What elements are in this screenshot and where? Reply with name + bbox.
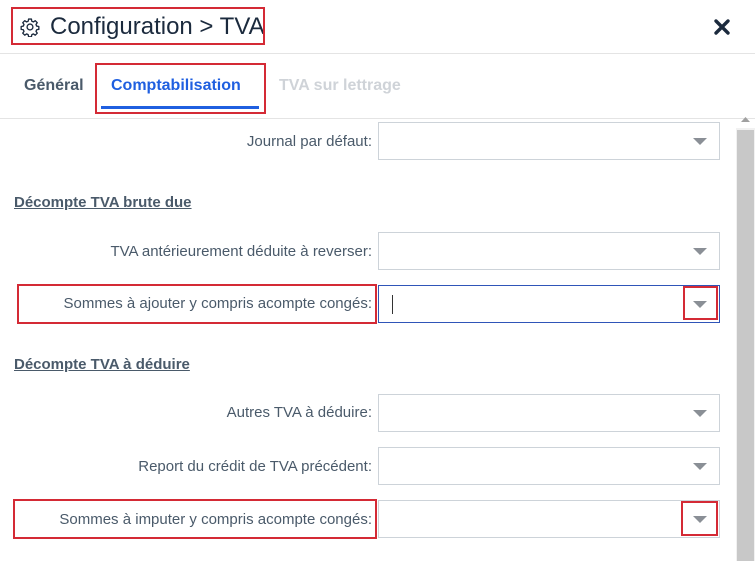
- tab-general[interactable]: Général: [24, 76, 84, 96]
- report-credit-label: Report du crédit de TVA précédent:: [138, 458, 372, 475]
- text-cursor: [392, 295, 393, 314]
- sommes-imputer-select[interactable]: [378, 500, 720, 538]
- tva-anterieure-label: TVA antérieurement déduite à reverser:: [110, 243, 372, 260]
- journal-select[interactable]: [378, 122, 720, 160]
- tab-tva-sur-lettrage: TVA sur lettrage: [279, 77, 401, 94]
- chevron-down-icon[interactable]: [693, 516, 707, 523]
- tva-anterieure-select[interactable]: [378, 232, 720, 270]
- journal-label: Journal par défaut:: [246, 133, 372, 150]
- section-tva-deduire: Décompte TVA à déduire: [14, 356, 190, 373]
- section-tva-brute: Décompte TVA brute due: [14, 194, 192, 211]
- autres-tva-select[interactable]: [378, 394, 720, 432]
- scroll-up-icon[interactable]: [736, 112, 755, 128]
- sommes-imputer-label: Sommes à imputer y compris acompte congé…: [59, 511, 372, 528]
- chevron-down-icon[interactable]: [693, 138, 707, 145]
- chevron-down-icon[interactable]: [693, 410, 707, 417]
- autres-tva-label: Autres TVA à déduire:: [226, 404, 372, 421]
- chevron-down-icon[interactable]: [693, 248, 707, 255]
- sommes-ajouter-label: Sommes à ajouter y compris acompte congé…: [63, 295, 372, 312]
- sommes-ajouter-select[interactable]: [378, 285, 720, 323]
- chevron-down-icon[interactable]: [693, 301, 707, 308]
- report-credit-select[interactable]: [378, 447, 720, 485]
- close-icon[interactable]: [713, 18, 731, 36]
- scrollbar-thumb[interactable]: [737, 130, 754, 561]
- tab-divider: [0, 118, 755, 119]
- tab-highlight: [95, 63, 266, 114]
- title-highlight: [11, 7, 265, 45]
- chevron-down-icon[interactable]: [693, 463, 707, 470]
